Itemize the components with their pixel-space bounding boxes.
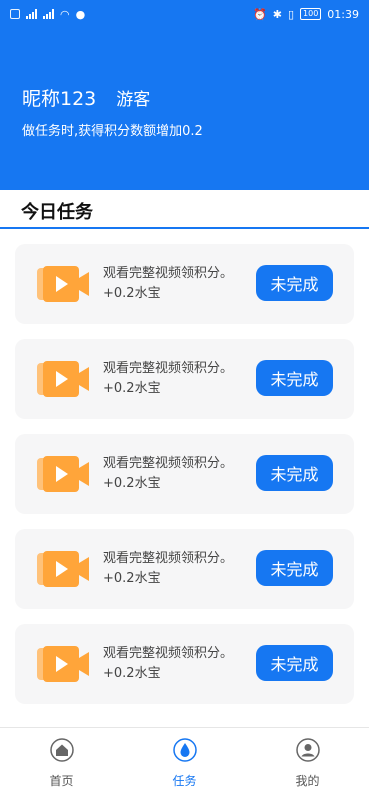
task-reward: +0.2水宝 [103, 381, 161, 396]
task-status-button[interactable]: 未完成 [256, 645, 333, 681]
status-bar: ◠ ● ⏰ ✱ ▯ 100 01:39 [0, 0, 369, 28]
task-text: 观看完整视频领积分。 +0.2水宝 [103, 644, 233, 684]
status-right: ⏰ ✱ ▯ 100 01:39 [253, 8, 359, 21]
section-divider [0, 227, 369, 229]
video-icon [37, 456, 89, 492]
task-reward: +0.2水宝 [103, 286, 161, 301]
task-card: 观看完整视频领积分。 +0.2水宝 未完成 [15, 624, 354, 704]
wifi-icon: ◠ [60, 7, 70, 21]
task-title: 观看完整视频领积分。 [103, 361, 234, 376]
task-status-button[interactable]: 未完成 [256, 455, 333, 491]
battery-icon: 100 [300, 8, 322, 20]
video-icon [37, 551, 89, 587]
video-icon [37, 646, 89, 682]
task-card: 观看完整视频领积分。 +0.2水宝 未完成 [15, 339, 354, 419]
task-card: 观看完整视频领积分。 +0.2水宝 未完成 [15, 434, 354, 514]
water-drop-icon [172, 738, 197, 766]
nav-label: 首页 [49, 774, 74, 788]
nickname: 昵称123 [22, 88, 97, 110]
task-text: 观看完整视频领积分。 +0.2水宝 [103, 359, 233, 399]
alarm-icon: ⏰ [253, 7, 267, 21]
task-text: 观看完整视频领积分。 +0.2水宝 [103, 454, 233, 494]
task-text: 观看完整视频领积分。 +0.2水宝 [103, 264, 233, 304]
bonus-note: 做任务时,获得积分数额增加0.2 [22, 124, 203, 139]
profile-header: ◠ ● ⏰ ✱ ▯ 100 01:39 昵称123 游客 做任务时,获得积分数额… [0, 0, 369, 190]
task-title: 观看完整视频领积分。 [103, 266, 234, 281]
status-left: ◠ ● [10, 8, 85, 21]
nav-item-tasks[interactable]: 任务 [123, 728, 246, 801]
home-icon [49, 738, 74, 766]
hd-icon [10, 9, 20, 19]
user-icon [295, 738, 320, 766]
signal-icon [26, 9, 37, 19]
bottom-nav: 首页 任务 我的 [0, 727, 369, 801]
task-status-button[interactable]: 未完成 [256, 360, 333, 396]
task-text: 观看完整视频领积分。 +0.2水宝 [103, 549, 233, 589]
bluetooth-icon: ✱ [272, 7, 282, 21]
task-reward: +0.2水宝 [103, 571, 161, 586]
task-title: 观看完整视频领积分。 [103, 646, 234, 661]
nav-label: 任务 [172, 774, 197, 788]
task-card: 观看完整视频领积分。 +0.2水宝 未完成 [15, 529, 354, 609]
nav-item-mine[interactable]: 我的 [246, 728, 369, 801]
section-title: 今日任务 [21, 202, 93, 223]
task-status-button[interactable]: 未完成 [256, 265, 333, 301]
nav-label: 我的 [295, 774, 320, 788]
task-reward: +0.2水宝 [103, 666, 161, 681]
user-type-label: 游客 [116, 90, 151, 110]
video-icon [37, 361, 89, 397]
task-title: 观看完整视频领积分。 [103, 551, 234, 566]
status-time: 01:39 [327, 7, 359, 21]
signal-icon-2 [43, 9, 54, 19]
wechat-icon: ● [75, 7, 86, 21]
vibrate-icon: ▯ [287, 7, 295, 21]
task-status-button[interactable]: 未完成 [256, 550, 333, 586]
nickname-row: 昵称123 游客 [22, 84, 150, 111]
video-icon [37, 266, 89, 302]
nav-item-home[interactable]: 首页 [0, 728, 123, 801]
task-card: 观看完整视频领积分。 +0.2水宝 未完成 [15, 244, 354, 324]
task-title: 观看完整视频领积分。 [103, 456, 234, 471]
task-reward: +0.2水宝 [103, 476, 161, 491]
